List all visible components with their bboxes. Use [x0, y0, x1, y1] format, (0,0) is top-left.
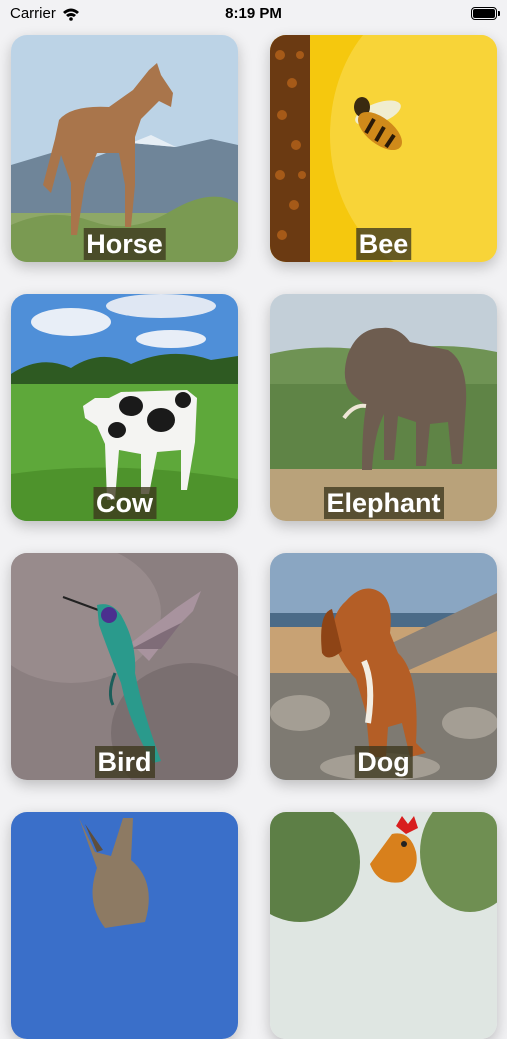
animal-label: Horse [83, 228, 166, 260]
animal-card-bird[interactable]: Bird [11, 553, 238, 780]
clock: 8:19 PM [225, 5, 282, 22]
animal-card-rooster[interactable] [270, 812, 497, 1039]
animal-card-horse[interactable]: Horse [11, 35, 238, 262]
animal-card-elephant[interactable]: Elephant [270, 294, 497, 521]
battery-icon [471, 7, 500, 20]
animal-label: Bee [355, 228, 412, 260]
animal-card-dog[interactable]: Dog [270, 553, 497, 780]
animal-label: Cow [93, 487, 156, 519]
animal-card-bee[interactable]: Bee [270, 35, 497, 262]
donkey-image [11, 812, 238, 1039]
animal-card-donkey[interactable] [11, 812, 238, 1039]
animal-label: Elephant [323, 487, 444, 519]
animal-card-cow[interactable]: Cow [11, 294, 238, 521]
rooster-image [270, 812, 497, 1039]
animal-label: Dog [354, 746, 413, 778]
animal-label: Bird [94, 746, 155, 778]
status-bar: Carrier 8:19 PM [0, 0, 507, 28]
